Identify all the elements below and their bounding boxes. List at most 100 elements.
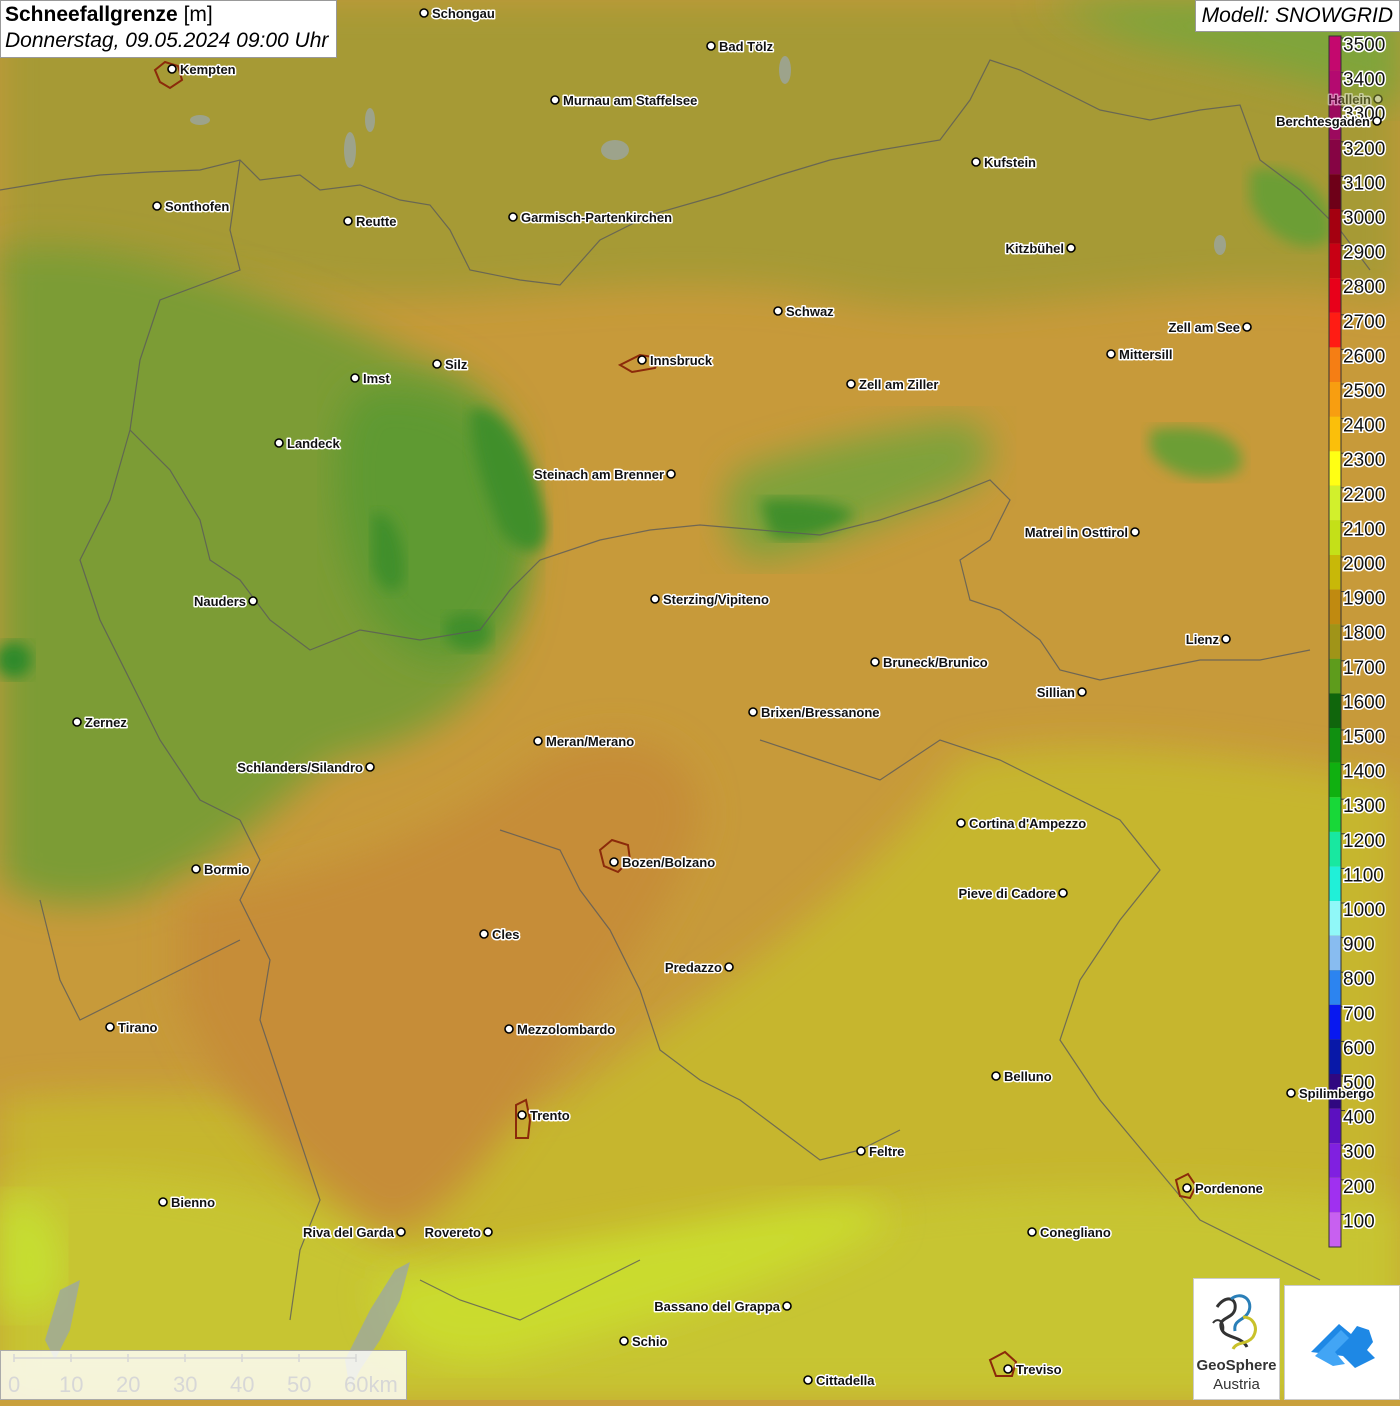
city-marker[interactable]: Pieve di Cadore [957, 885, 1068, 903]
legend-swatch [1329, 624, 1341, 659]
city-name: Spilimbergo [1299, 1086, 1374, 1101]
city-name: Riva del Garda [303, 1225, 395, 1240]
city-marker[interactable]: Schlanders/Silandro [236, 759, 375, 777]
city-marker[interactable]: Sterzing/Vipiteno [650, 591, 770, 609]
city-dot [508, 212, 518, 222]
city-dot [706, 41, 716, 51]
city-marker[interactable]: Bassano del Grappa [653, 1298, 792, 1316]
city-dot [105, 1022, 115, 1032]
city-dot [1373, 94, 1383, 104]
city-name: Zell am See [1168, 320, 1240, 335]
city-marker[interactable]: Matrei in Osttirol [1023, 524, 1140, 542]
geosphere-emblem-icon [1212, 1294, 1257, 1350]
legend-label: 2400 [1343, 416, 1385, 437]
legend-swatch [1329, 209, 1341, 244]
legend-label: 2300 [1343, 450, 1385, 471]
city-marker[interactable]: Sonthofen [152, 198, 231, 216]
city-dot [396, 1227, 406, 1237]
geosphere-country: Austria [1213, 1376, 1260, 1393]
legend-label: 1800 [1343, 623, 1385, 644]
city-name: Imst [363, 371, 390, 386]
city-name: Cortina d'Ampezzo [969, 816, 1086, 831]
legend-swatch [1329, 797, 1341, 832]
legend-swatch [1329, 693, 1341, 728]
city-marker[interactable]: Bruneck/Brunico [870, 654, 989, 672]
city-dot [517, 1110, 527, 1120]
city-marker[interactable]: Riva del Garda [301, 1224, 406, 1242]
city-dot [637, 355, 647, 365]
city-marker[interactable]: Pordenone [1182, 1180, 1264, 1198]
legend-label: 2200 [1343, 485, 1385, 506]
city-marker[interactable]: Innsbruck [637, 352, 714, 370]
legend-label: 700 [1343, 1004, 1375, 1025]
geosphere-name: GeoSphere [1196, 1357, 1277, 1374]
city-name: Rovereto [425, 1225, 481, 1240]
city-name: Cittadella [816, 1373, 875, 1388]
city-name: Pordenone [1195, 1181, 1263, 1196]
city-dot [748, 707, 758, 717]
legend-label: 2800 [1343, 277, 1385, 298]
city-name: Brixen/Bressanone [761, 705, 880, 720]
legend-swatch [1329, 451, 1341, 486]
city-name: Treviso [1016, 1362, 1062, 1377]
city-marker[interactable]: Bozen/Bolzano [609, 854, 717, 872]
city-name: Steinach am Brenner [534, 467, 664, 482]
city-name: Berchtesgaden [1276, 114, 1370, 129]
city-name: Zell am Ziller [859, 377, 938, 392]
city-dot [1242, 322, 1252, 332]
legend-label: 3500 [1343, 35, 1385, 56]
city-marker[interactable]: Garmisch-Partenkirchen [508, 209, 674, 227]
city-marker[interactable]: Brixen/Bressanone [748, 704, 881, 722]
legend-swatch [1329, 1039, 1341, 1074]
legend-label: 2500 [1343, 381, 1385, 402]
city-marker[interactable]: Schongau [419, 5, 496, 23]
city-marker[interactable]: Berchtesgaden [1275, 113, 1382, 131]
legend-label: 2900 [1343, 243, 1385, 264]
city-name: Schwaz [786, 304, 834, 319]
city-marker[interactable]: Conegliano [1027, 1224, 1112, 1242]
snowline-map[interactable]: 3500340033003200310030002900280027002600… [0, 0, 1400, 1400]
city-name: Feltre [869, 1144, 904, 1159]
city-marker[interactable]: Cortina d'Ampezzo [956, 815, 1088, 833]
city-name: Sonthofen [165, 199, 229, 214]
city-marker[interactable]: Zell am Ziller [846, 376, 940, 394]
city-name: Kufstein [984, 155, 1036, 170]
city-marker[interactable]: Zell am See [1167, 319, 1252, 337]
city-name: Pieve di Cadore [958, 886, 1056, 901]
city-dot [248, 596, 258, 606]
city-marker[interactable]: Spilimbergo [1286, 1085, 1376, 1103]
app-logo[interactable] [1284, 1285, 1400, 1400]
legend-swatch [1329, 970, 1341, 1005]
legend-swatch [1329, 728, 1341, 763]
city-dot [803, 1375, 813, 1385]
legend-label: 1300 [1343, 796, 1385, 817]
city-marker[interactable]: Murnau am Staffelsee [550, 92, 699, 110]
city-dot [152, 201, 162, 211]
city-dot [365, 762, 375, 772]
city-dot [1106, 349, 1116, 359]
city-dot [419, 8, 429, 18]
city-marker[interactable]: Steinach am Brenner [532, 466, 676, 484]
city-dot [550, 95, 560, 105]
geosphere-logo[interactable]: GeoSphere Austria [1193, 1278, 1280, 1400]
city-name: Mittersill [1119, 347, 1172, 362]
legend-label: 1500 [1343, 727, 1385, 748]
legend-swatch [1329, 1143, 1341, 1178]
city-dot [971, 157, 981, 167]
city-dot [1003, 1364, 1013, 1374]
legend-label: 400 [1343, 1108, 1375, 1129]
legend-swatch [1329, 485, 1341, 521]
title-parameter: Schneefallgrenze [5, 3, 178, 26]
city-dot [479, 929, 489, 939]
city-dot [724, 962, 734, 972]
city-name: Sillian [1037, 685, 1075, 700]
city-name: Garmisch-Partenkirchen [521, 210, 672, 225]
city-marker[interactable]: Meran/Merano [533, 733, 636, 751]
city-marker[interactable]: Mezzolombardo [504, 1021, 617, 1039]
city-dot [483, 1227, 493, 1237]
city-name: Zernez [85, 715, 127, 730]
city-dot [1130, 527, 1140, 537]
legend-label: 600 [1343, 1038, 1375, 1059]
legend-label: 2600 [1343, 346, 1385, 367]
map-datetime: Donnerstag, 09.05.2024 09:00 Uhr [5, 29, 329, 52]
